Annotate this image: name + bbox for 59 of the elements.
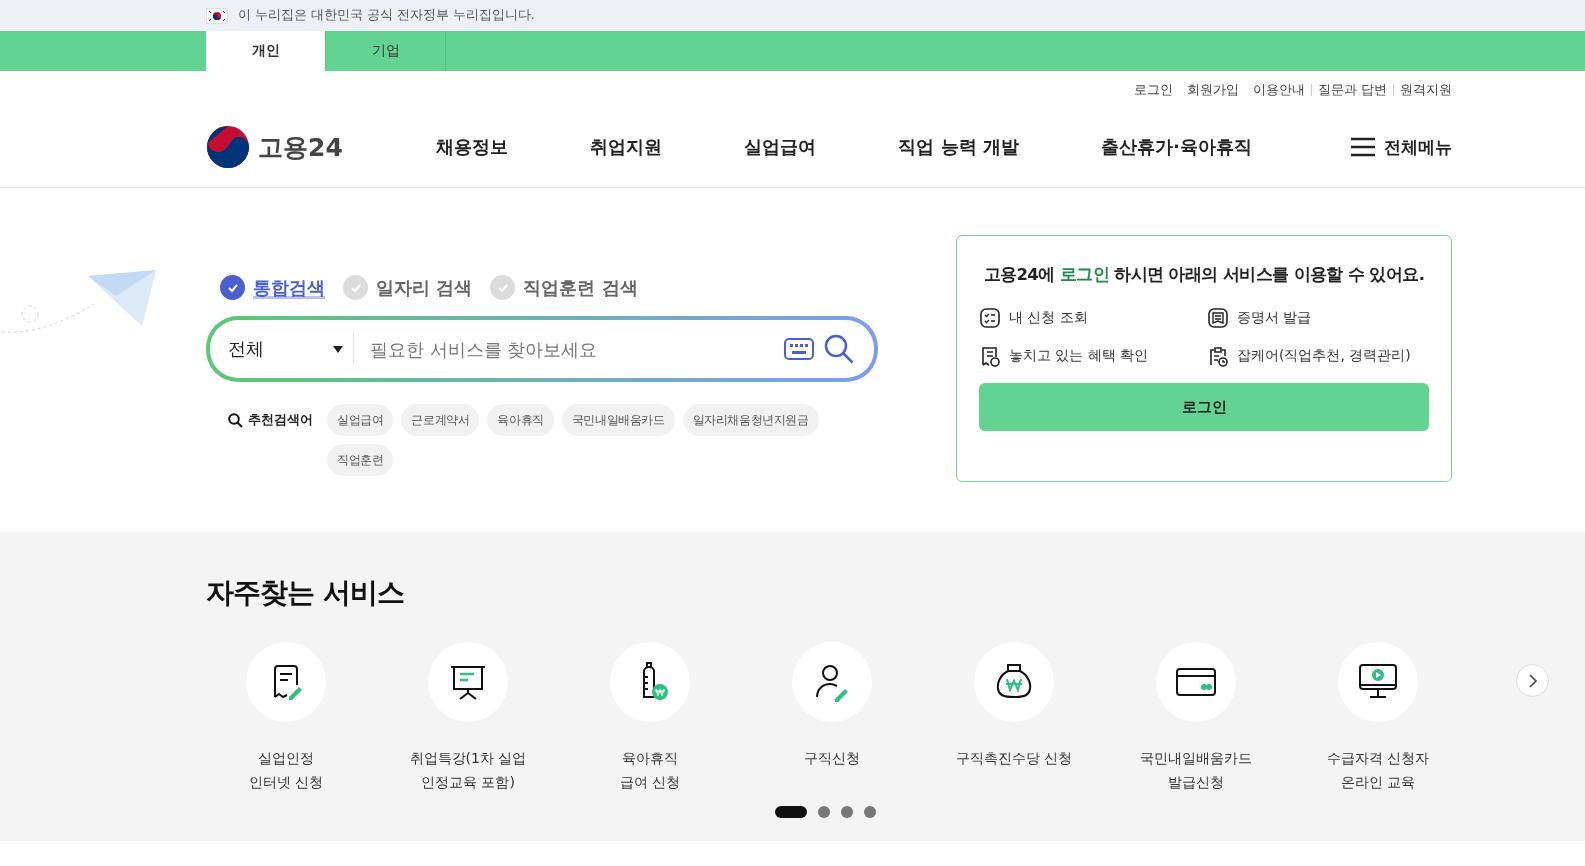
service-shortcut[interactable]: 실업인정 인터넷 신청 xyxy=(195,642,377,794)
service-shortcut[interactable]: 구직촉진수당 신청 xyxy=(923,642,1105,770)
all-menu-button[interactable]: 전체메뉴 xyxy=(1350,135,1452,159)
keyboard-icon xyxy=(784,338,814,360)
check-icon xyxy=(343,275,368,300)
nav-link[interactable]: 출산휴가·육아휴직 xyxy=(1101,135,1252,159)
nav-link[interactable]: 실업급여 xyxy=(744,135,817,159)
keyword-chip[interactable]: 일자리채움청년지원금 xyxy=(682,404,819,436)
service-label: 놓치고 있는 혜택 확인 xyxy=(1009,347,1149,366)
login-message: 고용24에 로그인 하시면 아래의 서비스를 이용할 수 있어요. xyxy=(982,264,1426,286)
caret-icon xyxy=(333,345,343,353)
audience-tab[interactable]: 기업 xyxy=(326,31,446,71)
service-shortcut[interactable]: 국민내일배움카드 발급신청 xyxy=(1105,642,1287,794)
recommended-label: 추천검색어 xyxy=(248,411,313,429)
check-icon xyxy=(220,275,245,300)
gov-notice-text: 이 누리집은 대한민국 공식 전자정부 누리집입니다. xyxy=(238,7,535,24)
document-icon xyxy=(1207,307,1229,330)
util-link[interactable]: 회원가입 xyxy=(1187,81,1239,99)
chevron-right-icon xyxy=(1527,672,1538,689)
page-dot[interactable] xyxy=(817,806,830,818)
service-label: 증명서 발급 xyxy=(1237,309,1312,328)
search-icon xyxy=(228,412,243,428)
search-type-tab[interactable]: 통합검색 xyxy=(220,275,325,300)
category-select[interactable]: 전체 xyxy=(228,333,354,365)
page-dot[interactable] xyxy=(863,806,876,818)
nav-link[interactable]: 채용정보 xyxy=(436,135,508,159)
util-link[interactable]: 로그인 xyxy=(1134,81,1173,99)
service-shortcut[interactable]: 취업특강(1차 실업 인정교육 포함) xyxy=(377,642,559,794)
menu-icon xyxy=(1350,137,1376,157)
service-shortcut[interactable]: 구직신청 xyxy=(741,642,923,770)
service-label: 잡케어(직업추천, 경력관리) xyxy=(1237,347,1411,366)
login-button[interactable]: 로그인 xyxy=(979,383,1429,432)
section-title: 자주찾는 서비스 xyxy=(206,575,405,611)
keyword-chip[interactable]: 직업훈련 xyxy=(327,444,394,476)
receipt-icon xyxy=(979,345,1001,368)
flag-icon xyxy=(206,7,228,24)
keyword-chip[interactable]: 국민내일배움카드 xyxy=(561,404,675,436)
keyword-chip[interactable]: 육아휴직 xyxy=(487,404,554,436)
service-label: 내 신청 조회 xyxy=(1009,309,1088,328)
search-type-tab[interactable]: 일자리 검색 xyxy=(343,275,473,300)
search-icon xyxy=(824,334,854,364)
keyword-chip[interactable]: 실업급여 xyxy=(327,404,394,436)
next-button[interactable] xyxy=(1516,664,1549,697)
checklist-icon xyxy=(979,307,1001,330)
util-link[interactable]: 이용안내 xyxy=(1253,81,1305,99)
service-shortcut[interactable]: 육아휴직 급여 신청 xyxy=(559,642,741,794)
util-link[interactable]: 원격지원 xyxy=(1400,81,1452,99)
logo[interactable]: 고용24 xyxy=(206,125,436,169)
emblem-icon xyxy=(206,125,250,169)
page-dot[interactable] xyxy=(840,806,853,818)
clipboard-clock-icon xyxy=(1207,345,1229,368)
util-link[interactable]: 질문과 답변 xyxy=(1318,81,1387,99)
keyword-chip[interactable]: 근로계약서 xyxy=(401,404,480,436)
service-shortcut[interactable]: 수급자격 신청자 온라인 교육 xyxy=(1287,642,1469,794)
audience-tab[interactable]: 개인 xyxy=(206,31,326,71)
check-icon xyxy=(490,275,516,300)
nav-link[interactable]: 직업 능력 개발 xyxy=(898,135,1019,159)
nav-link[interactable]: 취업지원 xyxy=(590,135,663,159)
search-type-tab[interactable]: 직업훈련 검색 xyxy=(490,275,638,300)
